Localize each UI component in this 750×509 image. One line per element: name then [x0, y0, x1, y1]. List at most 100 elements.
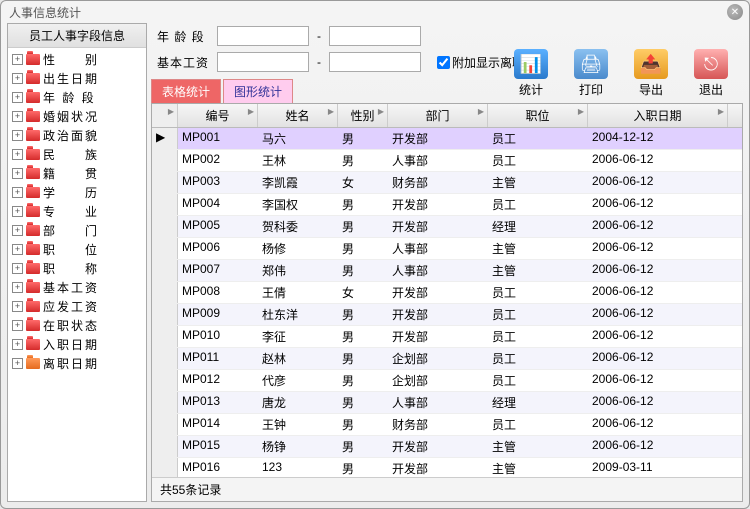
age-from-input[interactable]	[217, 26, 309, 46]
tree-item[interactable]: +职 位	[8, 240, 146, 259]
expand-icon[interactable]: +	[12, 358, 23, 369]
table-row[interactable]: MP012代彦男企划部员工2006-06-12	[152, 370, 742, 392]
row-indicator	[152, 326, 178, 347]
folder-icon	[26, 54, 40, 65]
table-row[interactable]: MP004李国权男开发部员工2006-06-12	[152, 194, 742, 216]
tree-item[interactable]: +入职日期	[8, 335, 146, 354]
folder-icon	[26, 282, 40, 293]
cell: 杨铮	[258, 436, 338, 457]
table-row[interactable]: MP015杨铮男开发部主管2006-06-12	[152, 436, 742, 458]
table-row[interactable]: ▶MP001马六男开发部员工2004-12-12	[152, 128, 742, 150]
expand-icon[interactable]: +	[12, 168, 23, 179]
age-to-input[interactable]	[329, 26, 421, 46]
stats-button[interactable]: 📊统计	[509, 49, 553, 98]
cell: 财务部	[388, 414, 488, 435]
cell: 主管	[488, 238, 588, 259]
cell: 人事部	[388, 150, 488, 171]
folder-icon	[26, 130, 40, 141]
cell: MP015	[178, 436, 258, 457]
row-indicator	[152, 414, 178, 435]
tree-label: 离职日期	[43, 355, 99, 372]
expand-icon[interactable]: +	[12, 225, 23, 236]
close-icon[interactable]: ✕	[727, 4, 743, 20]
expand-icon[interactable]: +	[12, 206, 23, 217]
cell: MP007	[178, 260, 258, 281]
column-header[interactable]	[152, 104, 178, 127]
tree-item[interactable]: +出生日期	[8, 69, 146, 88]
cell: 主管	[488, 260, 588, 281]
export-button[interactable]: 📤导出	[629, 49, 673, 98]
cell: 王林	[258, 150, 338, 171]
expand-icon[interactable]: +	[12, 130, 23, 141]
cell: MP005	[178, 216, 258, 237]
cell: 男	[338, 260, 388, 281]
table-row[interactable]: MP016123男开发部主管2009-03-11	[152, 458, 742, 477]
dash: -	[313, 55, 325, 69]
tree-item[interactable]: +婚姻状况	[8, 107, 146, 126]
print-button[interactable]: 🖨打印	[569, 49, 613, 98]
salary-to-input[interactable]	[329, 52, 421, 72]
tree-item[interactable]: +年 龄 段	[8, 88, 146, 107]
exit-button[interactable]: ⎋退出	[689, 49, 733, 98]
column-header[interactable]: 编号	[178, 104, 258, 127]
row-indicator: ▶	[152, 128, 178, 149]
column-header[interactable]: 入职日期	[588, 104, 728, 127]
table-row[interactable]: MP002王林男人事部员工2006-06-12	[152, 150, 742, 172]
column-header[interactable]: 姓名	[258, 104, 338, 127]
tree-item[interactable]: +在职状态	[8, 316, 146, 335]
expand-icon[interactable]: +	[12, 320, 23, 331]
table-row[interactable]: MP008王倩女开发部员工2006-06-12	[152, 282, 742, 304]
tree-item[interactable]: +专 业	[8, 202, 146, 221]
tree-item[interactable]: +职 称	[8, 259, 146, 278]
tree-item[interactable]: +性 别	[8, 50, 146, 69]
cell: 男	[338, 216, 388, 237]
column-header[interactable]: 职位	[488, 104, 588, 127]
table-body[interactable]: ▶MP001马六男开发部员工2004-12-12MP002王林男人事部员工200…	[152, 128, 742, 477]
expand-icon[interactable]: +	[12, 187, 23, 198]
tab-chart[interactable]: 图形统计	[223, 79, 293, 103]
tree-item[interactable]: + 离职日期	[8, 354, 146, 373]
column-header[interactable]: 部门	[388, 104, 488, 127]
expand-icon[interactable]: +	[12, 149, 23, 160]
salary-from-input[interactable]	[217, 52, 309, 72]
table-row[interactable]: MP009杜东洋男开发部员工2006-06-12	[152, 304, 742, 326]
tab-table[interactable]: 表格统计	[151, 79, 221, 103]
table-row[interactable]: MP007郑伟男人事部主管2006-06-12	[152, 260, 742, 282]
tree-item[interactable]: + 民 族	[8, 145, 146, 164]
tree-label: 民 族	[43, 146, 99, 163]
table-row[interactable]: MP005贺科委男开发部经理2006-06-12	[152, 216, 742, 238]
tree-item[interactable]: +部 门	[8, 221, 146, 240]
tree-item[interactable]: +基本工资	[8, 278, 146, 297]
expand-icon[interactable]: +	[12, 301, 23, 312]
table-row[interactable]: MP010李征男开发部员工2006-06-12	[152, 326, 742, 348]
cell: 2006-06-12	[588, 326, 728, 347]
cell: MP008	[178, 282, 258, 303]
expand-icon[interactable]: +	[12, 339, 23, 350]
expand-icon[interactable]: +	[12, 92, 23, 103]
cell: 主管	[488, 436, 588, 457]
expand-icon[interactable]: +	[12, 73, 23, 84]
table-row[interactable]: MP014王钟男财务部员工2006-06-12	[152, 414, 742, 436]
cell: 男	[338, 128, 388, 149]
cell: 员工	[488, 128, 588, 149]
expand-icon[interactable]: +	[12, 54, 23, 65]
folder-icon	[26, 187, 40, 198]
table-row[interactable]: MP013唐龙男人事部经理2006-06-12	[152, 392, 742, 414]
checkbox-input[interactable]	[437, 56, 450, 69]
expand-icon[interactable]: +	[12, 244, 23, 255]
tree-item[interactable]: +学 历	[8, 183, 146, 202]
table-row[interactable]: MP003李凯霞女财务部主管2006-06-12	[152, 172, 742, 194]
tree-item[interactable]: +应发工资	[8, 297, 146, 316]
main: 年 龄 段 - 基本工资 - 附加显示离职员工 📊统计 🖨打印 📤导出 ⎋	[151, 23, 743, 502]
table-row[interactable]: MP006杨修男人事部主管2006-06-12	[152, 238, 742, 260]
tree-item[interactable]: +籍 贯	[8, 164, 146, 183]
table-row[interactable]: MP011赵林男企划部员工2006-06-12	[152, 348, 742, 370]
folder-icon	[26, 301, 40, 312]
expand-icon[interactable]: +	[12, 111, 23, 122]
tree-item[interactable]: +政治面貌	[8, 126, 146, 145]
expand-icon[interactable]: +	[12, 282, 23, 293]
column-header[interactable]: 性别	[338, 104, 388, 127]
cell: 男	[338, 436, 388, 457]
tree[interactable]: +性 别+出生日期+年 龄 段+婚姻状况+政治面貌+民 族+籍 贯+学 历+专 …	[8, 48, 146, 501]
expand-icon[interactable]: +	[12, 263, 23, 274]
